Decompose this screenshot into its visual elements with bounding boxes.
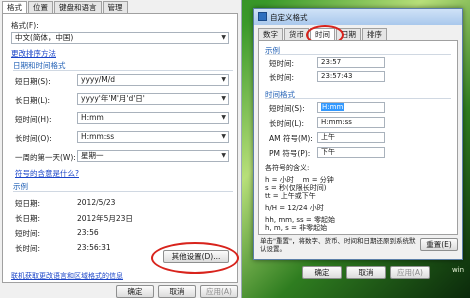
chevron-down-icon: ▼ [221, 114, 226, 121]
symbols-note: h/H = 12/24 小时 [265, 204, 324, 212]
example-short-date-label: 短日期: [15, 199, 41, 208]
example-long-time-label: 长时间: [15, 244, 41, 253]
long-date-label: 长日期(L): [15, 96, 51, 105]
tab-administrative[interactable]: 管理 [102, 1, 128, 13]
short-date-label: 短日期(S): [15, 77, 51, 86]
format-select-value: 中文(简体，中国) [15, 33, 74, 42]
first-day-value: 星期一 [81, 151, 104, 160]
example-short-time-value: 23:57 [321, 58, 342, 66]
symbols-note: tt = 上午或下午 [265, 192, 316, 200]
right-ok-button[interactable]: 确定 [302, 266, 342, 279]
region-language-dialog: 格式 位置 键盘和语言 管理 格式(F): 中文(简体，中国) ▼ 更改排序方法… [0, 0, 242, 298]
example-long-date-value: 2012年5月23日 [77, 214, 133, 223]
symbols-note: h = 小时 m = 分钟 [265, 176, 334, 184]
chevron-down-icon: ▼ [221, 76, 226, 83]
right-cancel-button[interactable]: 取消 [346, 266, 386, 279]
long-time-select[interactable]: H:mm:ss ▼ [77, 131, 229, 143]
pm-symbol-select[interactable]: 下午 [317, 147, 385, 158]
short-time-value: H:mm [81, 113, 104, 122]
chevron-down-icon: ▼ [221, 133, 226, 140]
long-date-select[interactable]: yyyy'年'M'月'd'日' ▼ [77, 93, 229, 105]
long-time-label: 长时间(L): [269, 119, 305, 128]
example-long-time-value: 23:57:43 [321, 72, 353, 80]
time-tab-panel: 示例 短时间: 23:57 长时间: 23:57:43 时间格式 短时间(S):… [258, 40, 458, 235]
symbols-note: s = 秒(仅限长时间) [265, 184, 327, 192]
long-date-value: yyyy'年'M'月'd'日' [81, 94, 145, 103]
am-symbol-value: 上午 [321, 133, 335, 141]
short-time-select[interactable]: H:mm ▼ [77, 112, 229, 124]
highlight-circle [151, 242, 239, 274]
short-date-select[interactable]: yyyy/M/d ▼ [77, 74, 229, 86]
first-day-label: 一周的第一天(W): [15, 153, 76, 162]
group-divider [265, 98, 451, 99]
long-time-value: H:mm:ss [81, 132, 115, 141]
window-icon [258, 12, 267, 21]
example-short-time-label: 短时间: [15, 229, 41, 238]
short-date-value: yyyy/M/d [81, 75, 116, 84]
format-select[interactable]: 中文(简体，中国) ▼ [11, 32, 229, 44]
reset-description: 单击"重置"，将数字、货币、时间和日期还原到系统默认设置。 [260, 237, 416, 253]
right-apply-button[interactable]: 应用(A) [390, 266, 430, 279]
short-time-value: H:mm [321, 103, 345, 111]
symbols-note: h, m, s = 非零起始 [265, 224, 328, 232]
am-symbol-label: AM 符号(M): [269, 134, 313, 143]
group-divider [13, 70, 233, 71]
chevron-down-icon: ▼ [221, 34, 226, 41]
am-symbol-select[interactable]: 上午 [317, 132, 385, 143]
tab-sort[interactable]: 排序 [362, 28, 387, 40]
pm-symbol-label: PM 符号(P): [269, 149, 311, 158]
customize-format-dialog: 自定义格式 数字 货币 时间 日期 排序 示例 短时间: 23:57 长时间: … [253, 8, 463, 260]
symbols-note: hh, mm, ss = 零起始 [265, 216, 336, 224]
short-time-select[interactable]: H:mm [317, 102, 385, 113]
example-short-time-label: 短时间: [269, 59, 295, 68]
long-time-value: H:mm:ss [321, 118, 352, 126]
chevron-down-icon: ▼ [221, 95, 226, 102]
reset-button[interactable]: 重置(E) [420, 238, 458, 251]
long-time-label: 长时间(O): [15, 134, 52, 143]
example-long-time-value: 23:56:31 [77, 243, 111, 252]
window-title: 自定义格式 [270, 13, 308, 22]
left-tab-strip: 格式 位置 键盘和语言 管理 [2, 1, 129, 14]
example-short-time-field: 23:57 [317, 57, 385, 68]
group-divider [265, 54, 451, 55]
pm-symbol-value: 下午 [321, 148, 335, 156]
example-long-time-label: 长时间: [269, 73, 295, 82]
example-short-time-value: 23:56 [77, 228, 99, 237]
change-sort-link[interactable]: 更改排序方法 [11, 48, 56, 59]
short-time-label: 短时间(H): [15, 115, 52, 124]
title-bar[interactable]: 自定义格式 [254, 9, 462, 25]
first-day-select[interactable]: 星期一 ▼ [77, 150, 229, 162]
example-short-date-value: 2012/5/23 [77, 198, 116, 207]
symbols-meaning-link[interactable]: 符号的含意是什么? [15, 168, 79, 179]
tab-location[interactable]: 位置 [28, 1, 53, 13]
format-label: 格式(F): [11, 21, 39, 30]
ok-button[interactable]: 确定 [116, 285, 154, 298]
tab-numbers[interactable]: 数字 [258, 28, 283, 40]
group-divider [13, 191, 233, 192]
chevron-down-icon: ▼ [221, 152, 226, 159]
short-time-label: 短时间(S): [269, 104, 305, 113]
format-tab-panel: 格式(F): 中文(简体，中国) ▼ 更改排序方法 日期和时间格式 短日期(S)… [2, 13, 239, 283]
desktop-text: win [452, 266, 465, 274]
symbols-heading: 各符号的含义: [265, 164, 310, 172]
cancel-button[interactable]: 取消 [158, 285, 196, 298]
example-long-date-label: 长日期: [15, 214, 41, 223]
tab-keyboard-language[interactable]: 键盘和语言 [54, 1, 102, 13]
apply-button[interactable]: 应用(A) [200, 285, 238, 298]
example-long-time-field: 23:57:43 [317, 71, 385, 82]
online-info-link[interactable]: 联机获取更改语言和区域格式的信息 [11, 271, 123, 281]
long-time-select[interactable]: H:mm:ss [317, 117, 385, 128]
